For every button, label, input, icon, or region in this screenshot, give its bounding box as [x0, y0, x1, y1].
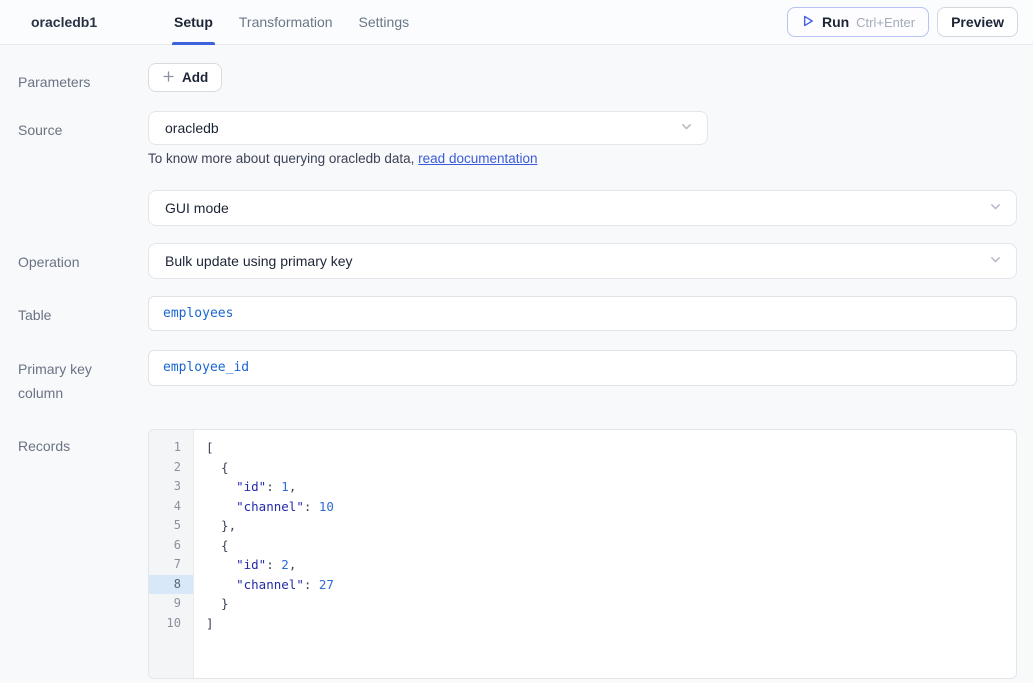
source-row: Source oracledb To know more about query…	[18, 111, 1017, 166]
add-parameter-button[interactable]: Add	[148, 63, 222, 92]
mode-label-spacer	[18, 190, 130, 198]
tab-settings[interactable]: Settings	[359, 0, 410, 45]
chevron-down-icon	[989, 253, 1002, 269]
line-number: 7	[149, 555, 193, 575]
tab-transformation[interactable]: Transformation	[239, 0, 333, 45]
code-line[interactable]: "channel": 10	[206, 497, 1016, 517]
line-number: 8	[149, 575, 193, 595]
tab-setup[interactable]: Setup	[174, 0, 213, 45]
query-tabs: Setup Transformation Settings	[174, 0, 409, 45]
run-button[interactable]: Run Ctrl+Enter	[787, 7, 929, 37]
line-number: 2	[149, 458, 193, 478]
line-number: 9	[149, 594, 193, 614]
query-editor-panel: oracledb1 Setup Transformation Settings …	[0, 0, 1033, 683]
preview-button[interactable]: Preview	[937, 7, 1018, 37]
line-number: 3	[149, 477, 193, 497]
primary-key-row: Primary key column employee_id	[18, 350, 1017, 406]
table-label: Table	[18, 296, 130, 328]
records-editor-code[interactable]: [ { "id": 1, "channel": 10 }, { "id": 2,…	[194, 430, 1016, 678]
mode-row: GUI mode	[18, 190, 1017, 226]
mode-select[interactable]: GUI mode	[148, 190, 1017, 226]
play-icon	[801, 14, 815, 31]
operation-select-value: Bulk update using primary key	[165, 253, 989, 269]
code-line[interactable]: }	[206, 594, 1016, 614]
source-select-value: oracledb	[165, 120, 680, 136]
line-number: 5	[149, 516, 193, 536]
records-editor-gutter: 12345678910	[149, 430, 194, 678]
records-editor[interactable]: 12345678910 [ { "id": 1, "channel": 10 }…	[148, 429, 1017, 679]
parameters-row: Parameters Add	[18, 63, 1017, 95]
operation-row: Operation Bulk update using primary key	[18, 243, 1017, 279]
primary-key-label: Primary key column	[18, 350, 130, 406]
code-line[interactable]: "id": 2,	[206, 555, 1016, 575]
line-number: 10	[149, 614, 193, 634]
plus-icon	[162, 70, 175, 86]
setup-form: Parameters Add Source oracledb	[0, 45, 1033, 679]
operation-select[interactable]: Bulk update using primary key	[148, 243, 1017, 279]
code-line[interactable]: },	[206, 516, 1016, 536]
code-line[interactable]: {	[206, 536, 1016, 556]
line-number: 1	[149, 438, 193, 458]
code-line[interactable]: "id": 1,	[206, 477, 1016, 497]
chevron-down-icon	[989, 200, 1002, 216]
mode-select-value: GUI mode	[165, 200, 989, 216]
run-label: Run	[822, 14, 849, 30]
source-select[interactable]: oracledb	[148, 111, 708, 145]
table-input[interactable]: employees	[148, 296, 1017, 331]
source-helper-text: To know more about querying oracledb dat…	[148, 151, 1017, 166]
source-helper-prefix: To know more about querying oracledb dat…	[148, 151, 418, 166]
operation-label: Operation	[18, 243, 130, 275]
code-line[interactable]: {	[206, 458, 1016, 478]
records-label: Records	[18, 429, 130, 459]
source-label: Source	[18, 111, 130, 143]
primary-key-input[interactable]: employee_id	[148, 350, 1017, 386]
code-line[interactable]: "channel": 27	[206, 575, 1016, 595]
code-line[interactable]: [	[206, 438, 1016, 458]
parameters-label: Parameters	[18, 63, 130, 95]
read-documentation-link[interactable]: read documentation	[418, 151, 537, 166]
line-number: 6	[149, 536, 193, 556]
chevron-down-icon	[680, 120, 693, 136]
table-row: Table employees	[18, 296, 1017, 331]
run-shortcut: Ctrl+Enter	[856, 15, 915, 30]
add-parameter-label: Add	[182, 70, 208, 85]
code-line[interactable]: ]	[206, 614, 1016, 634]
query-header: oracledb1 Setup Transformation Settings …	[0, 0, 1033, 45]
line-number: 4	[149, 497, 193, 517]
query-name: oracledb1	[0, 14, 174, 30]
records-row: Records 12345678910 [ { "id": 1, "channe…	[18, 429, 1017, 679]
